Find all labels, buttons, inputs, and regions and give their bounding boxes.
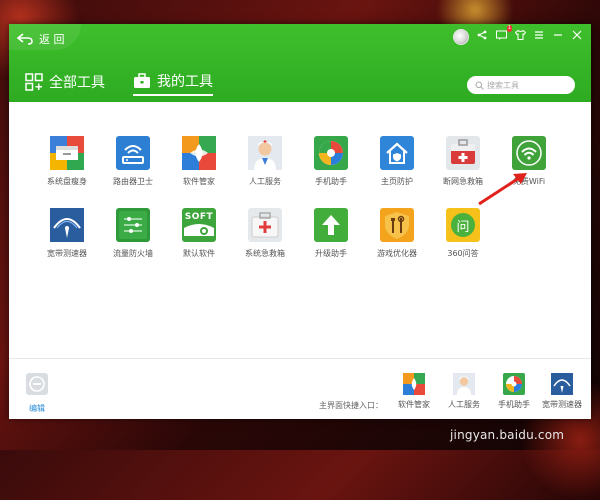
window-controls: 1 xyxy=(471,25,585,43)
toolbox-icon xyxy=(133,73,151,89)
software-manager-icon xyxy=(182,136,216,170)
minimize-icon xyxy=(554,34,562,36)
system-rescue-icon xyxy=(248,208,282,242)
phone-assistant-icon xyxy=(314,136,348,170)
quick-phone-assistant[interactable]: 手机助手 xyxy=(489,373,539,410)
tab-label: 我的工具 xyxy=(157,74,213,90)
qa-icon: 问 xyxy=(446,208,480,242)
drawer-icon xyxy=(50,136,84,170)
tool-homepage-protection[interactable]: 主页防护 xyxy=(364,136,430,187)
speedometer-icon xyxy=(50,208,84,242)
search-box[interactable] xyxy=(467,76,575,94)
quick-label: 人工服务 xyxy=(448,400,480,409)
watermark: jingyan.baidu.com xyxy=(450,428,565,442)
quick-label: 软件管家 xyxy=(398,400,430,409)
tool-label: 系统急救箱 xyxy=(245,249,285,258)
shirt-icon xyxy=(514,30,526,40)
minimize-button[interactable] xyxy=(550,27,566,43)
phone-assistant-icon xyxy=(503,373,525,395)
tool-label: 默认软件 xyxy=(183,249,215,258)
share-button[interactable] xyxy=(474,27,490,43)
tool-router-guard[interactable]: 路由器卫士 xyxy=(100,136,166,187)
tool-system-first-aid[interactable]: 系统急救箱 xyxy=(232,208,298,259)
close-button[interactable] xyxy=(569,27,585,43)
menu-icon xyxy=(535,31,543,39)
router-icon xyxy=(116,136,150,170)
software-manager-icon xyxy=(403,373,425,395)
back-button[interactable]: 返 回 xyxy=(17,30,65,48)
tool-label: 宽带测速器 xyxy=(47,249,87,258)
tool-label: 人工服务 xyxy=(249,177,281,186)
tool-360-qa[interactable]: 问 360问答 xyxy=(430,208,496,259)
tab-my-tools[interactable]: 我的工具 xyxy=(133,68,213,96)
toolbox-window: 返 回 1 全部工具 我的工具 搜索工具 系统盘瘦身 路由器卫士 软件管家 人工… xyxy=(9,24,591,419)
qa-icon-text: 问 xyxy=(451,213,475,237)
back-label: 返 回 xyxy=(39,33,65,46)
tool-upgrade-assistant[interactable]: 升级助手 xyxy=(298,208,364,259)
tool-game-optimizer[interactable]: 游戏优化器 xyxy=(364,208,430,259)
tool-broadband-speed[interactable]: 宽带测速器 xyxy=(34,208,100,259)
tab-all-tools[interactable]: 全部工具 xyxy=(25,69,105,95)
tool-system-disk-slim[interactable]: 系统盘瘦身 xyxy=(34,136,100,187)
tool-label: 系统盘瘦身 xyxy=(47,177,87,186)
tool-label: 手机助手 xyxy=(315,177,347,186)
message-button[interactable]: 1 xyxy=(493,25,512,43)
game-optimizer-icon xyxy=(380,208,414,242)
quick-entry-label: 主界面快捷入口： xyxy=(319,401,383,410)
quick-broadband-speed[interactable]: 宽带测速器 xyxy=(537,373,587,410)
quick-software-manager[interactable]: 软件管家 xyxy=(389,373,439,410)
soft-icon-text: SOFT xyxy=(184,212,214,222)
tool-software-manager[interactable]: 软件管家 xyxy=(166,136,232,187)
first-aid-icon xyxy=(446,136,480,170)
tool-default-software[interactable]: SOFT 默认软件 xyxy=(166,208,232,259)
tool-label: 主页防护 xyxy=(381,177,413,186)
edit-label: 编辑 xyxy=(29,404,45,413)
annotation-arrow-icon xyxy=(478,173,527,206)
tool-phone-assistant[interactable]: 手机助手 xyxy=(298,136,364,187)
tool-label: 软件管家 xyxy=(183,177,215,186)
tool-label: 360问答 xyxy=(447,249,479,258)
firewall-icon xyxy=(116,208,150,242)
search-icon xyxy=(475,81,484,90)
doctor-icon xyxy=(248,136,282,170)
quick-label: 宽带测速器 xyxy=(542,400,582,409)
footer-bar: 编辑 主界面快捷入口： 软件管家 人工服务 手机助手 宽带测速器 xyxy=(9,358,591,419)
back-arrow-icon xyxy=(17,33,33,45)
user-avatar[interactable] xyxy=(453,29,469,45)
window-header: 返 回 1 全部工具 我的工具 搜索工具 xyxy=(9,24,591,102)
edit-button[interactable]: 编辑 xyxy=(25,373,49,414)
wifi-icon xyxy=(512,136,546,170)
speedometer-icon xyxy=(551,373,573,395)
soft-icon: SOFT xyxy=(182,208,216,242)
grid-icon xyxy=(25,73,43,91)
tool-tabs: 全部工具 我的工具 xyxy=(25,68,241,96)
home-shield-icon xyxy=(380,136,414,170)
search-input[interactable] xyxy=(484,80,567,90)
tool-manual-service[interactable]: 人工服务 xyxy=(232,136,298,187)
skin-button[interactable] xyxy=(512,27,528,43)
minus-circle-icon xyxy=(26,373,48,395)
tool-traffic-firewall[interactable]: 流量防火墙 xyxy=(100,208,166,259)
tab-label: 全部工具 xyxy=(49,75,105,91)
tool-label: 路由器卫士 xyxy=(113,177,153,186)
message-icon xyxy=(495,30,507,40)
share-icon xyxy=(477,30,487,40)
tool-label: 升级助手 xyxy=(315,249,347,258)
menu-button[interactable] xyxy=(531,27,547,43)
quick-manual-service[interactable]: 人工服务 xyxy=(439,373,489,410)
upgrade-arrow-icon xyxy=(314,208,348,242)
close-icon xyxy=(572,30,582,40)
tool-label: 游戏优化器 xyxy=(377,249,417,258)
doctor-icon xyxy=(453,373,475,395)
tool-label: 流量防火墙 xyxy=(113,249,153,258)
quick-label: 手机助手 xyxy=(498,400,530,409)
